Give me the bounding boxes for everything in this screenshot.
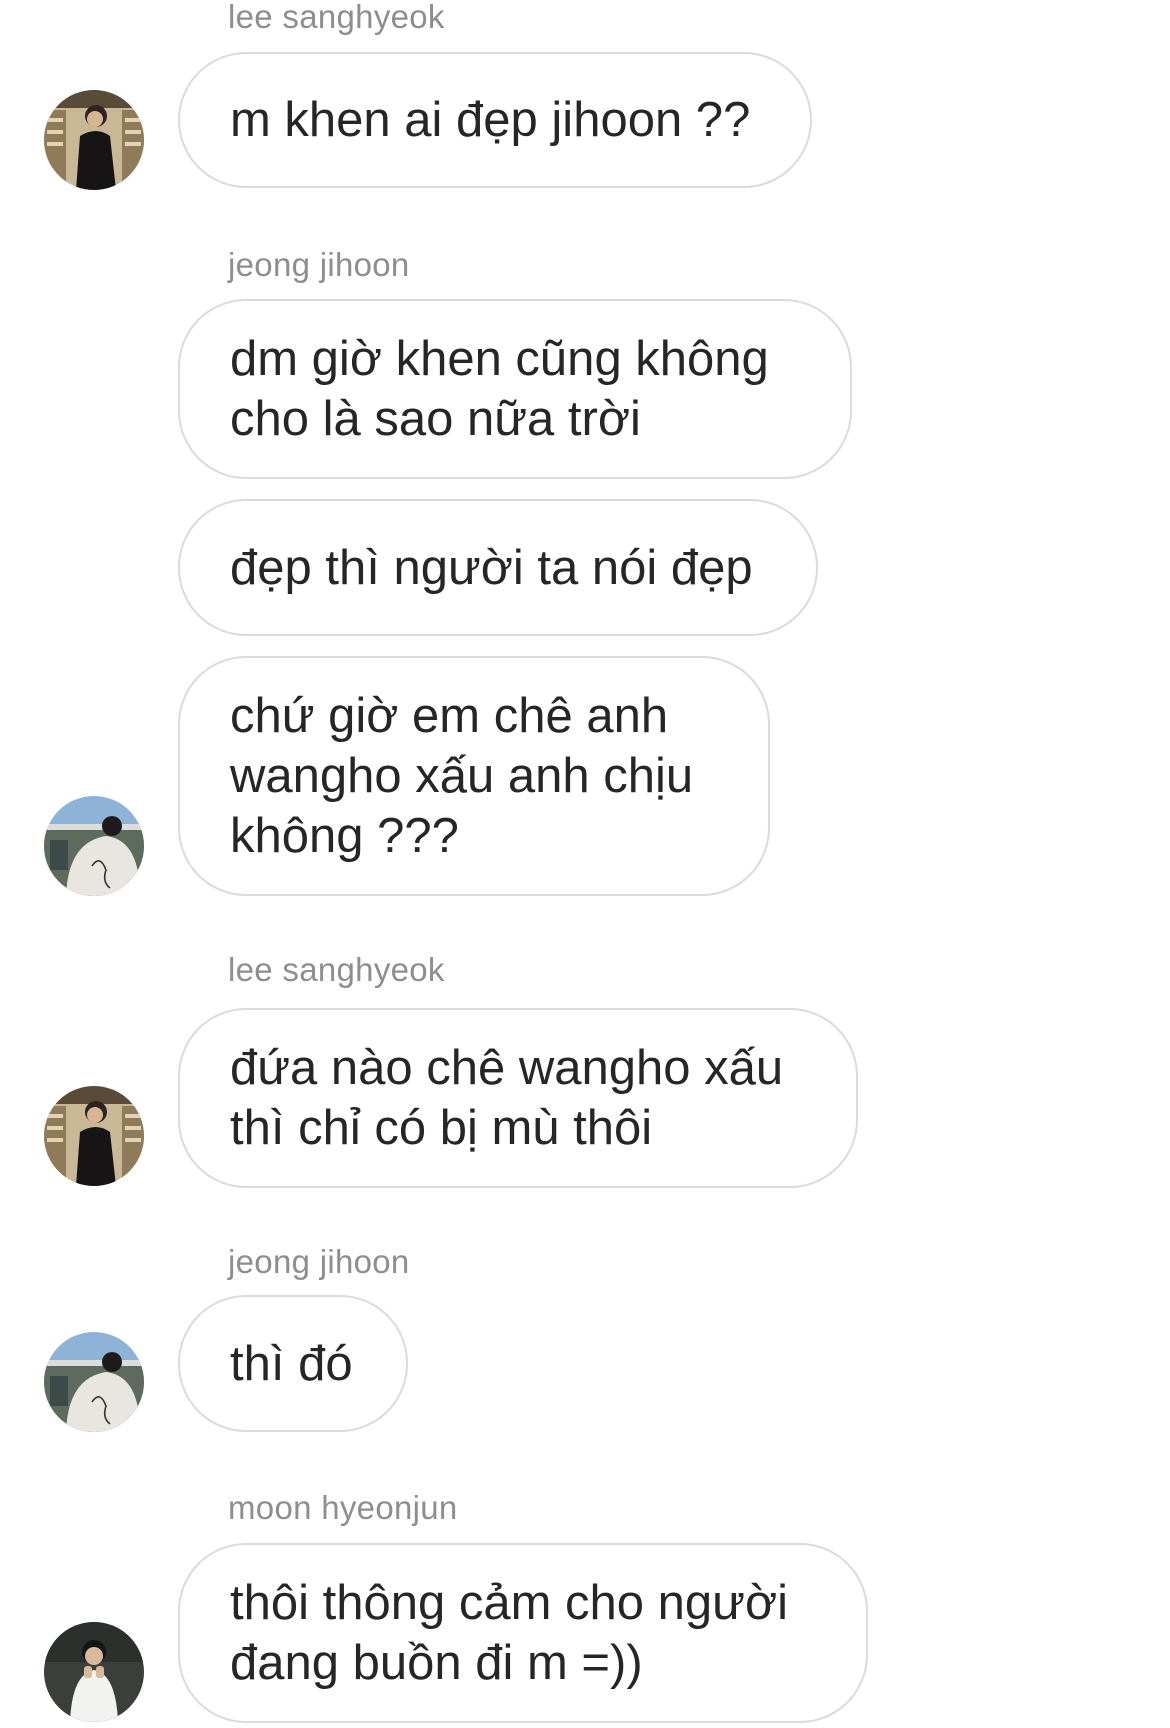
message-text: đứa nào chê wangho xấu thì chỉ có bị mù …	[230, 1041, 784, 1155]
avatar-lee-sanghyeok[interactable]	[44, 1086, 144, 1186]
avatar-moon-hyeonjun[interactable]	[44, 1622, 144, 1722]
message-bubble[interactable]: thì đó	[178, 1295, 408, 1432]
message-text: thôi thông cảm cho người đang buồn đi m …	[230, 1576, 788, 1690]
message-bubble[interactable]: thôi thông cảm cho người đang buồn đi m …	[178, 1543, 868, 1723]
avatar-image	[44, 1622, 144, 1722]
message-bubble[interactable]: đứa nào chê wangho xấu thì chỉ có bị mù …	[178, 1008, 858, 1188]
sender-name-lee-sanghyeok: lee sanghyeok	[228, 0, 445, 35]
message-text: chứ giờ em chê anh wangho xấu anh chịu k…	[230, 689, 694, 863]
sender-name-jeong-jihoon: jeong jihoon	[228, 1243, 410, 1280]
avatar-image	[44, 1086, 144, 1186]
message-bubble[interactable]: dm giờ khen cũng không cho là sao nữa tr…	[178, 299, 852, 479]
avatar-lee-sanghyeok[interactable]	[44, 90, 144, 190]
avatar-jeong-jihoon[interactable]	[44, 796, 144, 896]
message-text: m khen ai đẹp jihoon ??	[230, 93, 751, 147]
message-text: dm giờ khen cũng không cho là sao nữa tr…	[230, 332, 769, 446]
sender-name-jeong-jihoon: jeong jihoon	[228, 246, 410, 283]
sender-name-lee-sanghyeok: lee sanghyeok	[228, 951, 445, 988]
avatar-jeong-jihoon[interactable]	[44, 1332, 144, 1432]
avatar-image	[44, 796, 144, 896]
message-text: thì đó	[230, 1336, 353, 1391]
avatar-image	[44, 1332, 144, 1432]
message-bubble[interactable]: đẹp thì người ta nói đẹp	[178, 499, 818, 636]
message-bubble[interactable]: chứ giờ em chê anh wangho xấu anh chịu k…	[178, 656, 770, 896]
sender-name-moon-hyeonjun: moon hyeonjun	[228, 1489, 458, 1526]
message-bubble[interactable]: m khen ai đẹp jihoon ??	[178, 52, 812, 188]
message-text: đẹp thì người ta nói đẹp	[230, 540, 753, 595]
avatar-image	[44, 90, 144, 190]
